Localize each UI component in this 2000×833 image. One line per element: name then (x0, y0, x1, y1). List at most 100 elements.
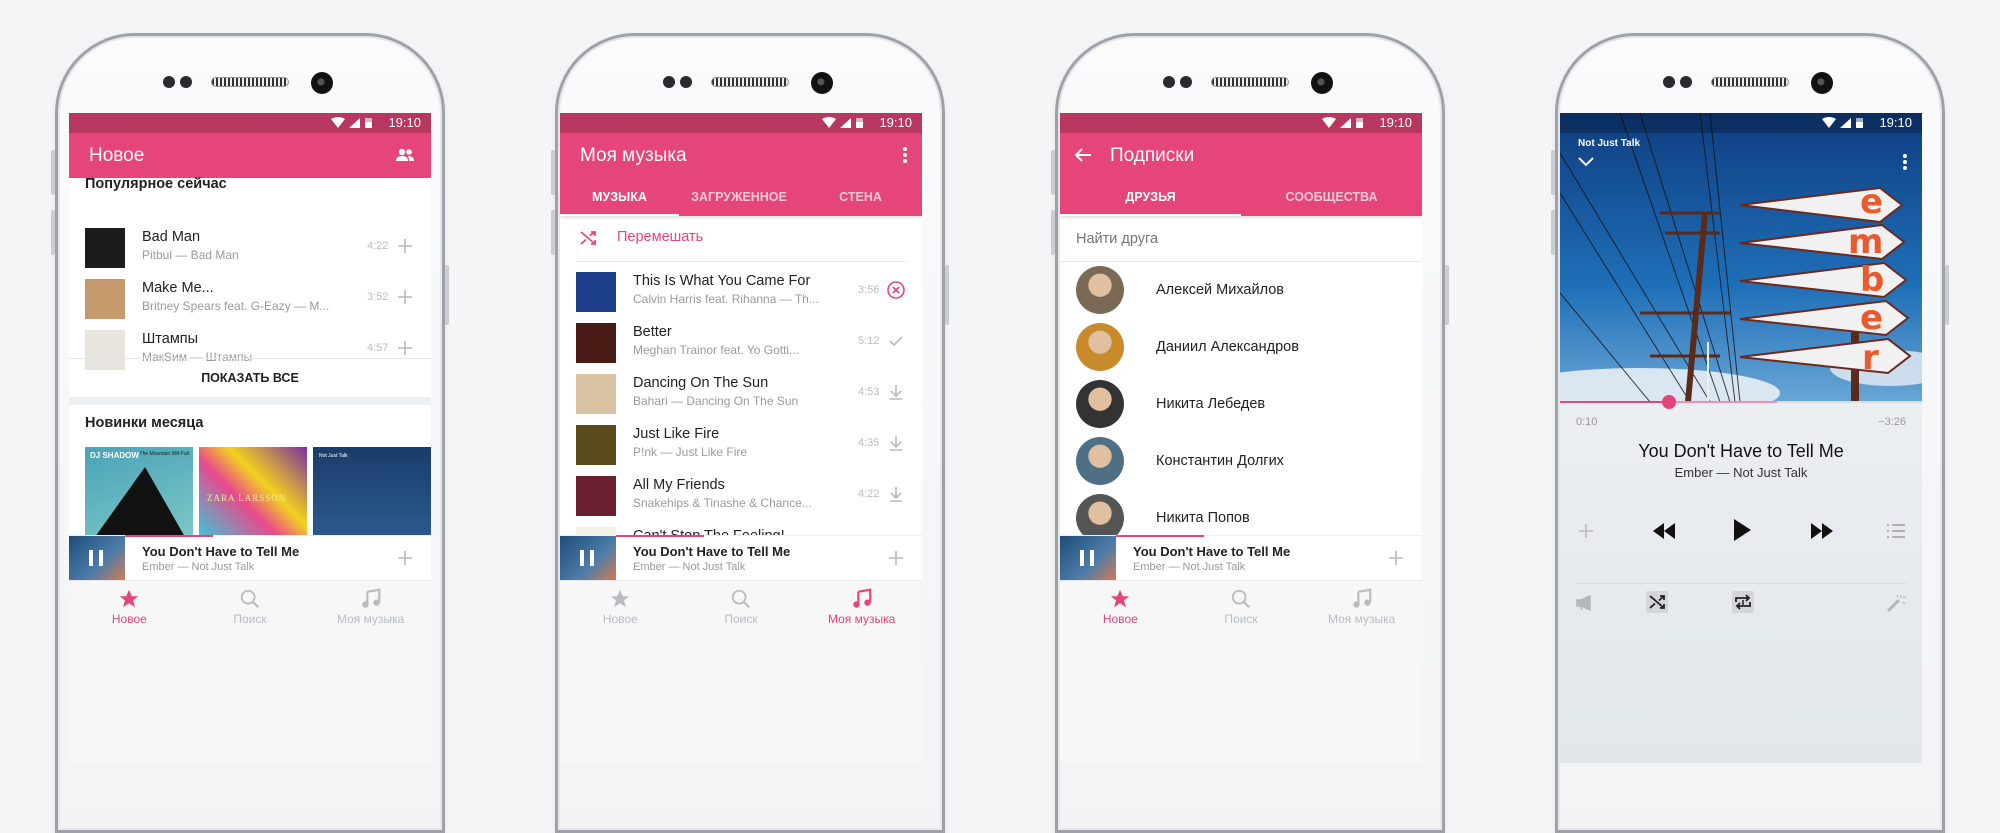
rewind-icon[interactable] (1652, 523, 1676, 539)
cancel-download-icon[interactable] (886, 280, 906, 300)
pause-icon[interactable] (580, 550, 594, 566)
app-bar: Новое (69, 133, 431, 178)
screen-subscriptions: 19:10 Подписки ДРУЗЬЯ СООБЩЕСТВА Алексей… (1060, 113, 1422, 763)
friend-row[interactable]: Никита Лебедев (1060, 376, 1422, 433)
track-row[interactable]: Better Meghan Trainor feat. Yo Gotti... 5:… (560, 313, 922, 364)
pause-icon[interactable] (89, 550, 103, 566)
music-note-icon (360, 588, 382, 610)
track-duration: 3:56 (858, 284, 880, 296)
track-subtitle: Meghan Trainor feat. Yo Gotti... (633, 343, 800, 357)
bottom-nav: Новое Поиск Моя музыка (69, 580, 431, 763)
more-vert-icon[interactable] (902, 146, 908, 164)
signal-battery-icon (331, 117, 379, 129)
back-arrow-icon[interactable] (1074, 147, 1092, 163)
track-duration: 4:22 (367, 240, 389, 252)
nav-item-music-note[interactable]: Моя музыка (310, 581, 431, 763)
mini-player-title: You Don't Have to Tell Me (142, 544, 300, 559)
album-card[interactable]: DJ SHADOW The Mountain Will Fall (85, 447, 193, 537)
nav-item-label: Моя музыка (828, 612, 896, 626)
art-letter: b (1860, 260, 1884, 300)
friend-row[interactable]: Даниил Александров (1060, 319, 1422, 376)
sensor-icon (1663, 76, 1692, 88)
track-row[interactable]: Just Like Fire P!nk — Just Like Fire 4:35 (560, 415, 922, 466)
nav-item-label: Новое (1102, 612, 1138, 626)
friend-row[interactable]: Константин Долгих (1060, 433, 1422, 490)
plus-icon[interactable] (395, 287, 415, 307)
music-note-icon (1351, 588, 1373, 610)
track-duration: 3:52 (367, 291, 389, 303)
download-icon[interactable] (886, 433, 906, 453)
shuffle-toggle[interactable] (1646, 591, 1668, 613)
repeat-one-toggle[interactable] (1732, 591, 1754, 613)
search-icon (1230, 588, 1252, 610)
avatar (1076, 437, 1124, 485)
track-row[interactable]: This Is What You Came For Calvin Harris f… (560, 262, 922, 313)
track-title: Better (633, 324, 672, 340)
nav-item-search[interactable]: Поиск (1181, 581, 1302, 763)
track-row[interactable]: Make Me... Britney Spears feat. G-Eazy — … (69, 269, 431, 320)
nav-item-star[interactable]: Новое (1060, 581, 1181, 763)
plus-icon[interactable] (395, 236, 415, 256)
plus-icon[interactable] (886, 548, 906, 568)
phone-new: 19:10 Новое Популярное сейчас Bad Man Pit… (55, 33, 445, 833)
show-all-button[interactable]: ПОКАЗАТЬ ВСЕ (69, 359, 431, 397)
plus-icon[interactable] (395, 338, 415, 358)
music-note-icon (851, 588, 873, 610)
track-title: Штампы (142, 331, 199, 347)
mini-player[interactable]: You Don't Have to Tell Me Ember — Not Jus… (1060, 535, 1422, 581)
download-icon[interactable] (886, 484, 906, 504)
avatar (1076, 323, 1124, 371)
friends-icon[interactable] (395, 147, 415, 163)
shuffle-button[interactable]: Перемешать (560, 216, 922, 261)
magic-wand-icon[interactable] (1886, 593, 1906, 613)
nav-item-music-note[interactable]: Моя музыка (801, 581, 922, 763)
pause-icon[interactable] (1080, 550, 1094, 566)
fast-forward-icon[interactable] (1810, 523, 1834, 539)
find-friend-input[interactable] (1060, 219, 1422, 259)
chevron-down-icon[interactable] (1578, 157, 1594, 167)
mini-player[interactable]: You Don't Have to Tell Me Ember — Not Jus… (560, 535, 922, 581)
playlist-icon[interactable] (1886, 523, 1906, 539)
seek-progress (1560, 401, 1669, 403)
track-subtitle: Pitbul — Bad Man (142, 248, 239, 262)
bottom-nav: Новое Поиск Моя музыка (1060, 580, 1422, 763)
track-row[interactable]: All My Friends Snakehips & Tinashe & Chan… (560, 466, 922, 517)
mini-progress (1116, 535, 1204, 537)
tab-communities[interactable]: СООБЩЕСТВА (1241, 178, 1422, 216)
shuffle-label: Перемешать (617, 229, 704, 245)
nav-item-star[interactable]: Новое (560, 581, 681, 763)
tab-friends[interactable]: ДРУЗЬЯ (1060, 178, 1241, 216)
speaker-grille (211, 77, 289, 87)
track-subtitle: Ember — Not Just Talk (1674, 465, 1808, 480)
tab-downloaded[interactable]: ЗАГРУЖЕННОЕ (679, 178, 799, 216)
plus-icon[interactable] (395, 548, 415, 568)
nav-item-star[interactable]: Новое (69, 581, 190, 763)
more-vert-icon[interactable] (1902, 153, 1908, 171)
seek-handle[interactable] (1661, 395, 1676, 409)
album-card[interactable]: ZARA LARSSON (199, 447, 307, 537)
nav-item-label: Моя музыка (337, 612, 405, 626)
track-duration: 4:53 (858, 386, 880, 398)
play-icon[interactable] (1732, 518, 1752, 542)
art-letter: m (1848, 222, 1883, 262)
track-row[interactable]: Bad Man Pitbul — Bad Man 4:22 (69, 218, 431, 269)
broadcast-icon[interactable] (1576, 595, 1594, 611)
check-icon[interactable] (886, 331, 906, 351)
mini-player[interactable]: You Don't Have to Tell Me Ember — Not Jus… (69, 535, 431, 581)
plus-icon[interactable] (1576, 521, 1596, 541)
nav-item-search[interactable]: Поиск (681, 581, 802, 763)
plus-icon[interactable] (1386, 548, 1406, 568)
album-card[interactable]: Not Just Talk (313, 447, 431, 537)
screen-player: e m b e r 19:10 Not Just Talk 0:10 −3:26… (1560, 113, 1922, 763)
friend-row[interactable]: Алексей Михайлов (1060, 262, 1422, 319)
nav-item-search[interactable]: Поиск (190, 581, 311, 763)
seek-bar[interactable] (1560, 395, 1922, 409)
tab-wall[interactable]: СТЕНА (799, 178, 922, 216)
download-icon[interactable] (886, 382, 906, 402)
tab-music[interactable]: МУЗЫКА (560, 178, 679, 216)
track-row[interactable]: Dancing On The Sun Bahari — Dancing On Th… (560, 364, 922, 415)
nav-item-music-note[interactable]: Моя музыка (1301, 581, 1422, 763)
camera-icon (1311, 72, 1333, 94)
mini-player-subtitle: Ember — Not Just Talk (1133, 561, 1246, 573)
signal-battery-icon (822, 117, 870, 129)
